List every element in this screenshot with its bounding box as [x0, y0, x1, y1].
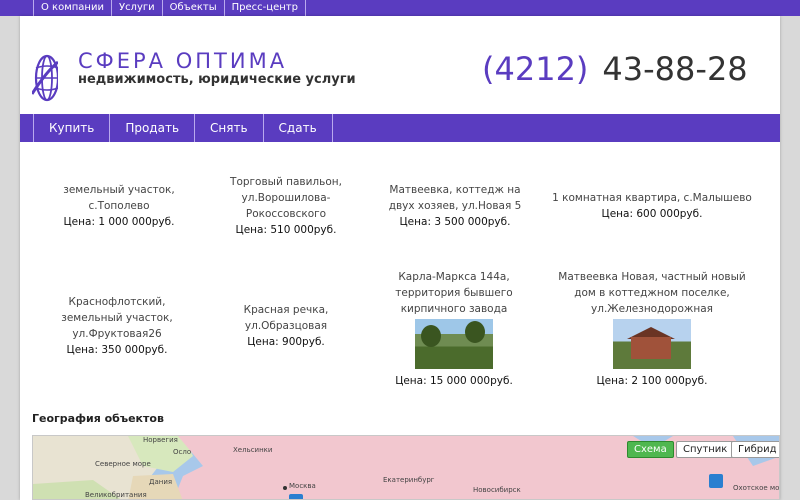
menu-item-lease[interactable]: Сдать	[262, 114, 333, 142]
listing-title[interactable]: Матвеевка, коттедж на двух хозяев, ул.Но…	[380, 182, 530, 214]
map-marker-icon[interactable]	[289, 494, 303, 499]
objects-map[interactable]: Норвегия Хельсинки Осло Северное море Да…	[32, 435, 780, 500]
listing-card: Карла-Маркса 144а, территория бывшего ки…	[376, 269, 532, 389]
phone-local-number: 43-88-28	[602, 50, 748, 88]
listing-photo[interactable]	[613, 319, 691, 369]
map-label: Хельсинки	[233, 446, 273, 454]
listing-card: Торговый павильон, ул.Ворошилова-Рокоссо…	[206, 174, 366, 238]
brand-name[interactable]: СФЕРА ОПТИМА	[78, 49, 287, 73]
listing-title[interactable]: Краснофлотский, земельный участок, ул.Фр…	[42, 294, 192, 342]
listing-card: Краснофлотский, земельный участок, ул.Фр…	[42, 294, 192, 358]
map-type-scheme-button[interactable]: Схема	[627, 441, 674, 458]
menu-item-rent[interactable]: Снять	[194, 114, 263, 142]
listing-price: Цена: 2 100 000руб.	[596, 375, 708, 387]
map-marker-icon[interactable]	[709, 474, 723, 488]
globe-logo-icon[interactable]	[32, 48, 58, 106]
map-label: Северное море	[95, 460, 151, 468]
map-label: Великобритания	[85, 491, 147, 499]
listing-title[interactable]: 1 комнатная квартира, с.Малышево	[542, 190, 762, 206]
topnav-item-services[interactable]: Услуги	[110, 0, 162, 16]
brand-tagline: недвижимость, юридические услуги	[78, 72, 356, 87]
map-label: Москва	[289, 482, 316, 490]
main-menu: Купить Продать Снять Сдать	[20, 114, 780, 142]
listing-card: земельный участок, с.Тополево Цена: 1 00…	[38, 182, 200, 230]
map-type-hybrid-button[interactable]: Гибрид	[731, 441, 779, 458]
topnav-item-press[interactable]: Пресс-центр	[223, 0, 306, 16]
listing-title[interactable]: земельный участок, с.Тополево	[38, 182, 200, 214]
menu-item-buy[interactable]: Купить	[33, 114, 109, 142]
map-label: Екатеринбург	[383, 476, 435, 484]
map-label: Осло	[173, 448, 192, 456]
topnav-item-about[interactable]: О компании	[33, 0, 111, 16]
map-city-dot	[283, 486, 287, 490]
listing-title[interactable]: Красная речка, ул.Образцовая	[216, 302, 356, 334]
map-label: Новосибирск	[473, 486, 521, 494]
map-type-satellite-button[interactable]: Спутник	[676, 441, 735, 458]
top-nav: О компании Услуги Объекты Пресс-центр	[0, 0, 800, 16]
listing-card: Матвеевка Новая, частный новый дом в кот…	[552, 269, 752, 389]
map-label: Дания	[149, 478, 173, 486]
map-label: Охотское море	[733, 484, 780, 492]
listing-title[interactable]: Матвеевка Новая, частный новый дом в кот…	[552, 269, 752, 317]
phone-area-code: (4212)	[482, 50, 589, 88]
listing-card: Красная речка, ул.Образцовая Цена: 900ру…	[216, 302, 356, 350]
listing-price: Цена: 600 000руб.	[601, 208, 703, 220]
listing-title[interactable]: Торговый павильон, ул.Ворошилова-Рокоссо…	[206, 174, 366, 222]
listing-price: Цена: 510 000руб.	[235, 224, 337, 236]
listing-card: 1 комнатная квартира, с.Малышево Цена: 6…	[542, 190, 762, 222]
topnav-item-objects[interactable]: Объекты	[161, 0, 224, 16]
menu-item-sell[interactable]: Продать	[109, 114, 194, 142]
listing-photo[interactable]	[415, 319, 493, 369]
listing-price: Цена: 350 000руб.	[66, 344, 168, 356]
listing-card: Матвеевка, коттедж на двух хозяев, ул.Но…	[380, 182, 530, 230]
map-label: Норвегия	[143, 436, 178, 444]
listing-price: Цена: 1 000 000руб.	[63, 216, 175, 228]
geo-section-title: География объектов	[32, 412, 164, 425]
phone-number: (4212) 43-88-28	[482, 50, 748, 88]
listing-title[interactable]: Карла-Маркса 144а, территория бывшего ки…	[376, 269, 532, 317]
listing-price: Цена: 15 000 000руб.	[395, 375, 513, 387]
listing-price: Цена: 900руб.	[247, 336, 325, 348]
listing-price: Цена: 3 500 000руб.	[399, 216, 511, 228]
page-container: СФЕРА ОПТИМА недвижимость, юридические у…	[20, 16, 780, 500]
